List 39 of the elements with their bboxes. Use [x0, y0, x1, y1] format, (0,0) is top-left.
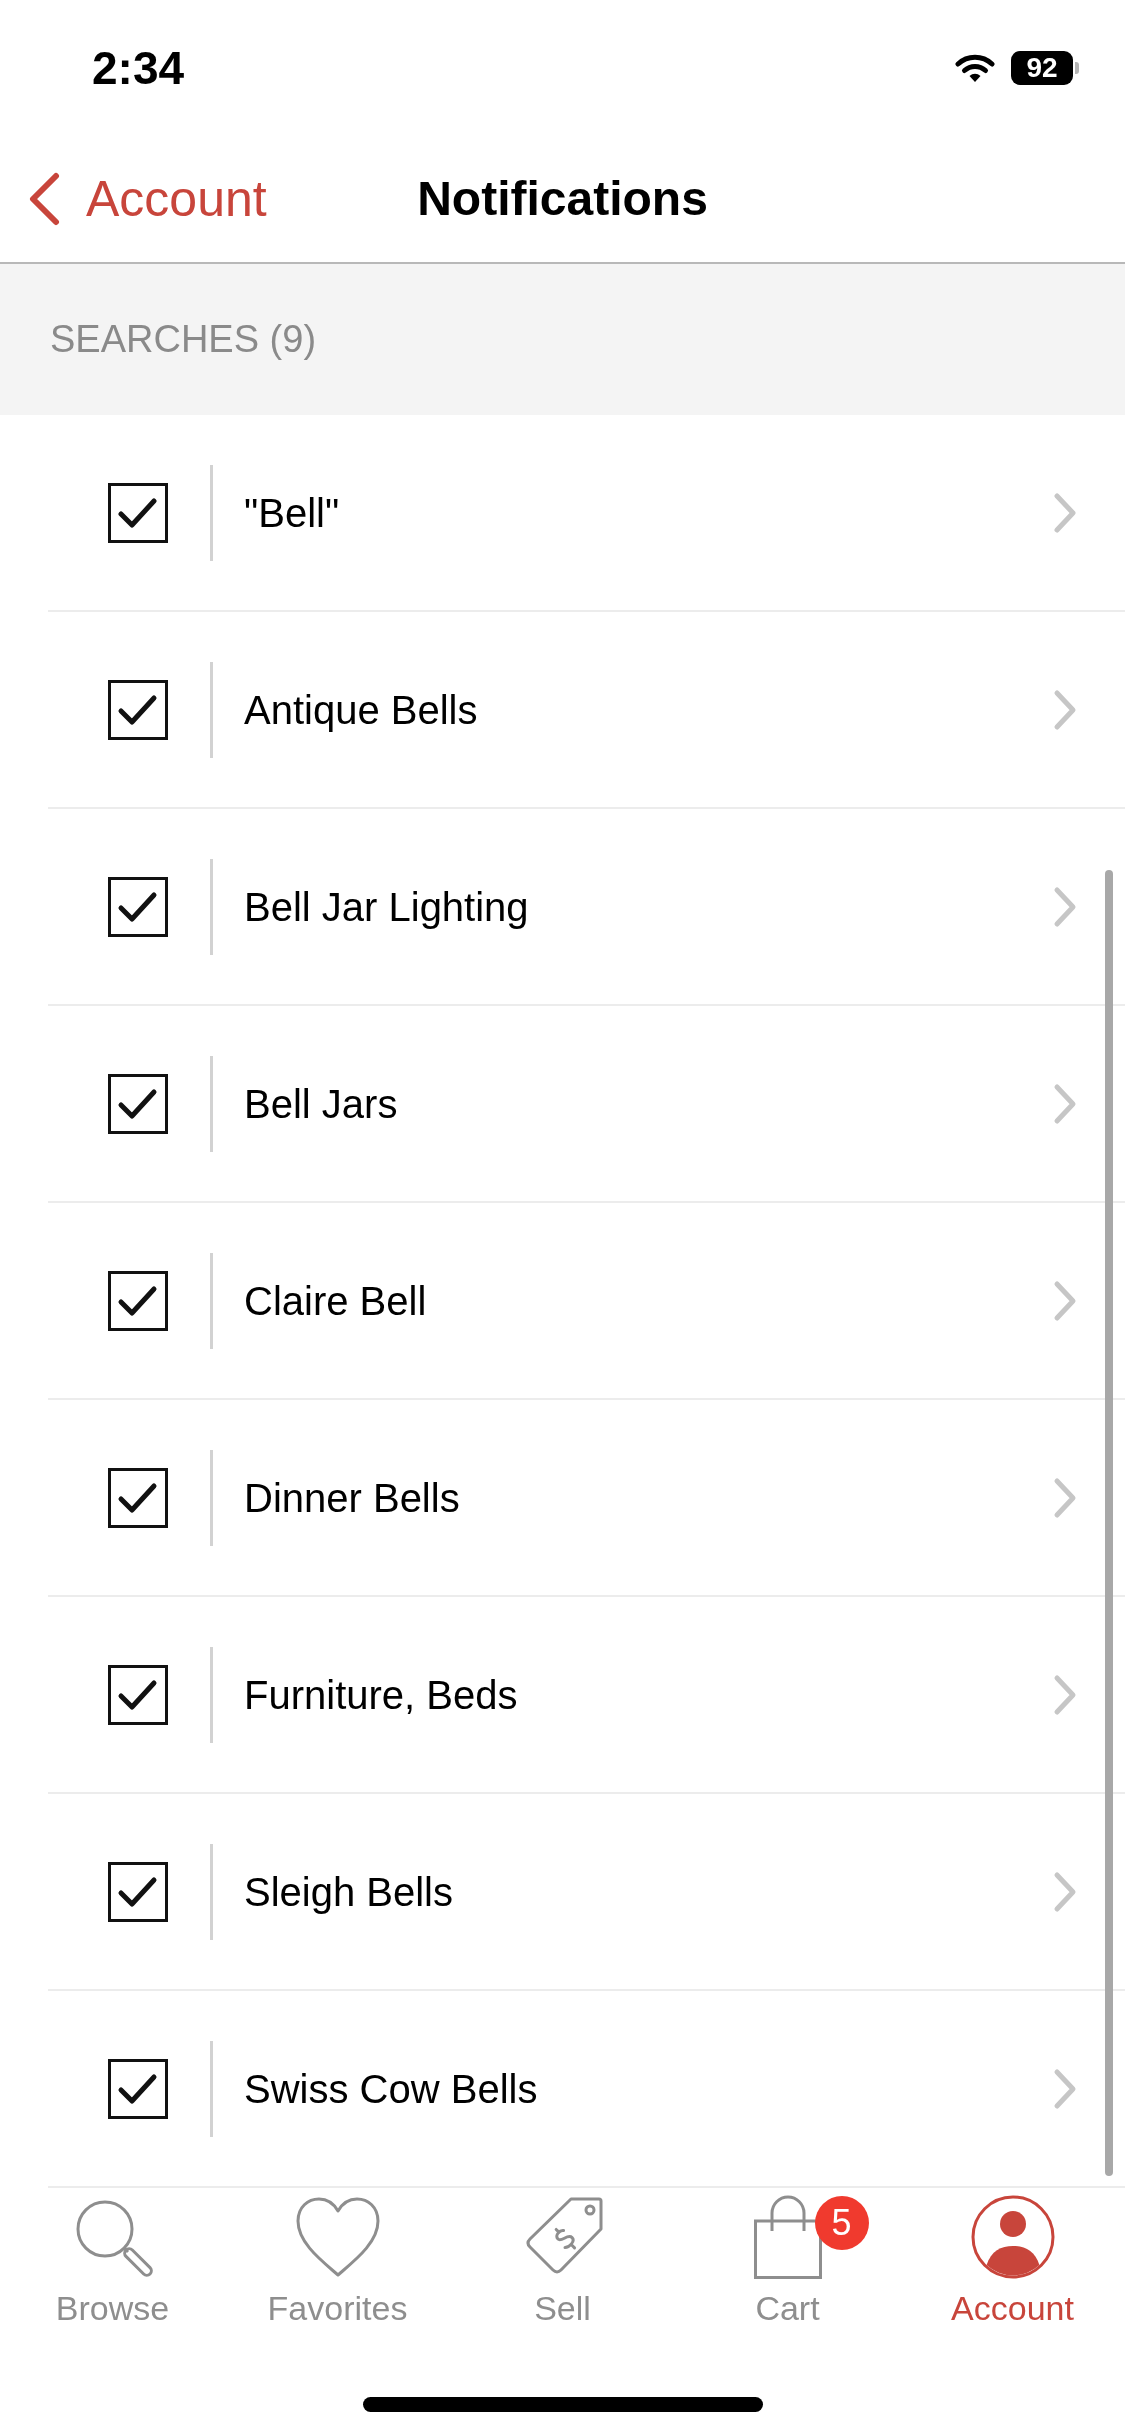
checkbox[interactable] — [108, 2058, 168, 2119]
search-label[interactable]: Swiss Cow Bells — [244, 2064, 1053, 2113]
chevron-right-icon — [1053, 1673, 1077, 1716]
search-label[interactable]: Sleigh Bells — [244, 1867, 1053, 1916]
count-badge: 5 — [814, 2196, 869, 2250]
chevron-right-icon — [1053, 2067, 1077, 2110]
chevron-right-icon — [1053, 1279, 1077, 1322]
search-label[interactable]: Furniture, Beds — [244, 1670, 1053, 1719]
checkbox[interactable] — [108, 1073, 168, 1134]
status-time: 2:34 — [92, 45, 185, 91]
tab-button[interactable]: Cart 5 — [675, 2188, 900, 2325]
checkbox[interactable] — [108, 1467, 168, 1528]
page-title: Notifications — [417, 175, 708, 223]
battery-indicator: 92 — [1011, 51, 1079, 85]
checkbox[interactable] — [108, 1861, 168, 1922]
chevron-right-icon — [1053, 885, 1077, 928]
search-label[interactable]: Bell Jars — [244, 1079, 1053, 1128]
tab-button[interactable]: Account — [900, 2188, 1125, 2325]
chevron-right-icon — [1053, 491, 1077, 534]
chevron-right-icon — [1053, 688, 1077, 731]
checkbox[interactable] — [108, 679, 168, 740]
checkbox[interactable] — [108, 876, 168, 937]
search-label[interactable]: "Bell" — [244, 488, 1053, 537]
chevron-right-icon — [1053, 1082, 1077, 1125]
checkbox[interactable] — [108, 1270, 168, 1331]
back-button[interactable]: Account — [28, 172, 267, 226]
search-label[interactable]: Antique Bells — [244, 685, 1053, 734]
search-label[interactable]: Bell Jar Lighting — [244, 882, 1053, 931]
section-header: SEARCHES (9) — [0, 264, 1125, 415]
search-label[interactable]: Dinner Bells — [244, 1473, 1053, 1522]
person-icon — [970, 2195, 1055, 2279]
bag-icon — [753, 2195, 822, 2279]
checkbox[interactable] — [108, 482, 168, 543]
checkbox[interactable] — [108, 1664, 168, 1725]
wifi-icon — [955, 53, 995, 83]
chevron-right-icon — [1053, 1476, 1077, 1519]
chevron-right-icon — [1053, 1870, 1077, 1913]
chevron-left-icon — [28, 172, 60, 226]
search-label[interactable]: Claire Bell — [244, 1276, 1053, 1325]
